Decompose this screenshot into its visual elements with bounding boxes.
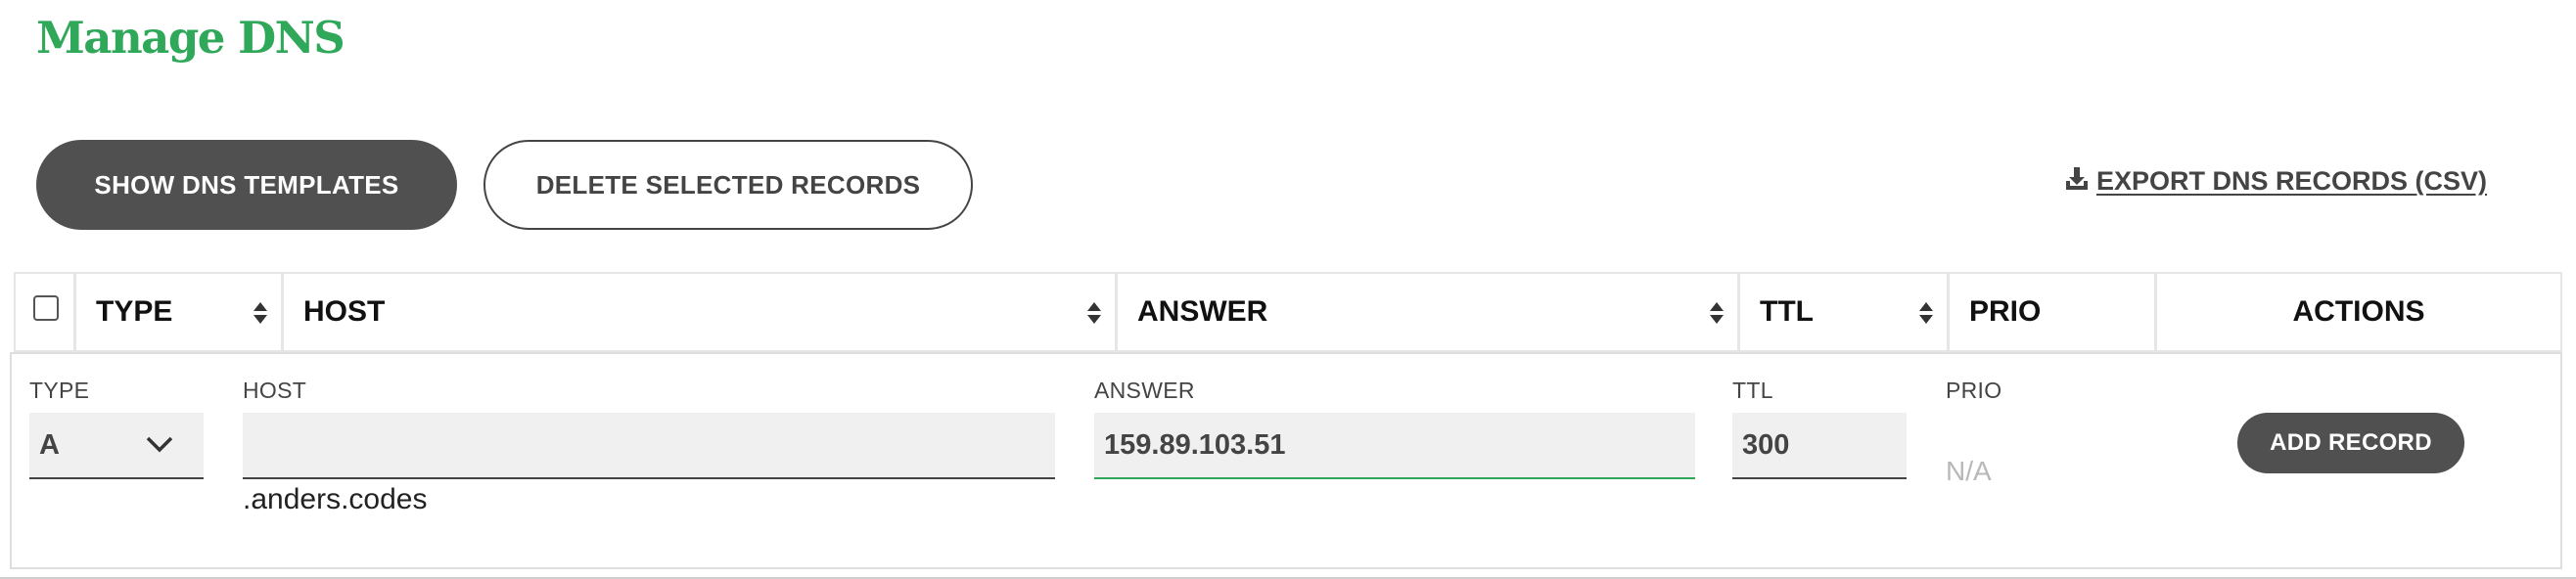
dns-table-header: TYPE HOST ANSWER TTL PRIO ACTIONS [14,272,2562,352]
chevron-down-icon [145,429,174,462]
ttl-input[interactable]: 300 [1732,413,1907,479]
column-label: PRIO [1969,295,2042,328]
download-icon [2063,164,2091,199]
sort-icon[interactable] [253,302,267,324]
export-dns-records-link[interactable]: EXPORT DNS RECORDS (CSV) [2063,164,2487,199]
column-header-type[interactable]: TYPE [76,274,284,350]
column-label: ANSWER [1137,295,1268,328]
sort-icon[interactable] [1087,302,1101,324]
column-header-ttl[interactable]: TTL [1740,274,1950,350]
answer-input[interactable]: 159.89.103.51 [1094,413,1695,479]
column-label: TTL [1760,295,1814,328]
page-title: Manage DNS [36,12,345,64]
ttl-field-label: TTL [1732,378,1773,403]
add-record-button[interactable]: ADD RECORD [2237,413,2464,473]
column-header-prio: PRIO [1950,274,2157,350]
column-header-actions: ACTIONS [2157,274,2560,350]
answer-field-label: ANSWER [1094,378,1195,403]
prio-field-label: PRIO [1946,378,2002,403]
export-label: EXPORT DNS RECORDS (CSV) [2096,166,2488,196]
column-header-answer[interactable]: ANSWER [1118,274,1740,350]
type-select[interactable]: A [29,413,204,479]
column-label: TYPE [96,295,173,328]
column-header-host[interactable]: HOST [284,274,1118,350]
delete-selected-records-button[interactable]: DELETE SELECTED RECORDS [483,140,973,230]
sort-icon[interactable] [1919,302,1933,324]
column-label: ACTIONS [2292,295,2425,328]
type-field-label: TYPE [29,378,90,403]
host-domain-suffix: .anders.codes [243,483,428,515]
column-label: HOST [303,295,386,328]
prio-value: N/A [1946,456,1992,486]
host-field-label: HOST [243,378,307,403]
sort-icon[interactable] [1710,302,1724,324]
host-input[interactable] [243,413,1055,479]
select-all-checkbox[interactable] [33,295,59,321]
show-dns-templates-button[interactable]: SHOW DNS TEMPLATES [36,140,457,230]
type-value: A [39,428,60,461]
